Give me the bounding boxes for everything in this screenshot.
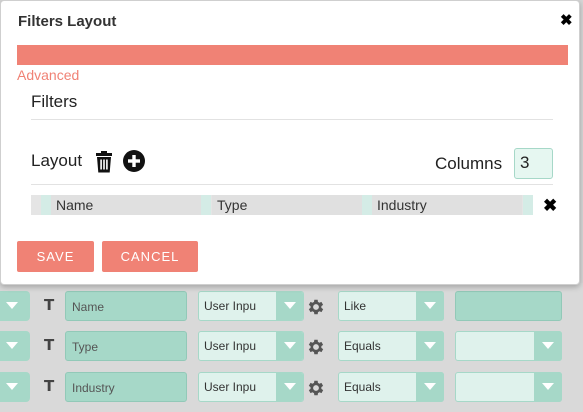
- text-type-icon: T: [44, 377, 55, 395]
- field-name-input[interactable]: Name: [65, 291, 187, 321]
- chevron-down-icon: [6, 383, 18, 390]
- chevron-down-icon: [542, 383, 554, 390]
- advanced-link[interactable]: Advanced: [17, 67, 79, 83]
- filter-rows-area: T Name User Inpu Like T Type User Inpu E…: [0, 283, 583, 412]
- column-separator: [523, 195, 533, 215]
- operator-select[interactable]: Equals: [338, 372, 444, 402]
- columns-label: Columns: [435, 154, 503, 173]
- chevron-down-icon: [6, 342, 18, 349]
- layout-column-cell[interactable]: Name: [51, 195, 201, 215]
- row-toggle-button[interactable]: [0, 291, 30, 321]
- filters-heading: Filters: [31, 92, 78, 111]
- value-select[interactable]: [455, 331, 562, 361]
- chevron-down-icon: [284, 302, 296, 309]
- divider: [31, 184, 553, 185]
- text-type-icon: T: [44, 336, 55, 354]
- column-separator: [201, 195, 211, 215]
- gear-icon[interactable]: [306, 297, 326, 317]
- operator-select[interactable]: Equals: [338, 331, 444, 361]
- filter-row: T Type User Inpu Equals: [0, 323, 583, 363]
- chevron-down-icon: [424, 342, 436, 349]
- operator-select[interactable]: Like: [338, 291, 444, 321]
- column-separator: [362, 195, 372, 215]
- plus-circle-icon[interactable]: [123, 150, 145, 172]
- text-type-icon: T: [44, 296, 55, 314]
- dialog-title: Filters Layout: [18, 13, 117, 30]
- value-select[interactable]: [455, 372, 562, 402]
- layout-column-cell[interactable]: Type: [212, 195, 362, 215]
- gear-icon[interactable]: [306, 378, 326, 398]
- cancel-button[interactable]: CANCEL: [102, 241, 198, 272]
- divider: [31, 119, 553, 120]
- chevron-down-icon: [424, 302, 436, 309]
- trash-icon[interactable]: [94, 151, 114, 173]
- row-toggle-button[interactable]: [0, 372, 30, 402]
- chevron-down-icon: [284, 342, 296, 349]
- save-button[interactable]: SAVE: [17, 241, 94, 272]
- columns-input[interactable]: 3: [514, 148, 553, 179]
- gear-icon[interactable]: [306, 337, 326, 357]
- chevron-down-icon: [542, 342, 554, 349]
- value-input[interactable]: [455, 291, 562, 321]
- field-name-input[interactable]: Industry: [65, 372, 187, 402]
- accent-bar: [17, 45, 568, 65]
- chevron-down-icon: [6, 302, 18, 309]
- filter-row: T Industry User Inpu Equals: [0, 364, 583, 404]
- chevron-down-icon: [284, 383, 296, 390]
- input-type-select[interactable]: User Inpu: [198, 331, 304, 361]
- input-type-select[interactable]: User Inpu: [198, 291, 304, 321]
- chevron-down-icon: [424, 383, 436, 390]
- filters-layout-dialog: Filters Layout ✖ Advanced Filters Layout…: [0, 0, 580, 285]
- input-type-select[interactable]: User Inpu: [198, 372, 304, 402]
- row-toggle-button[interactable]: [0, 331, 30, 361]
- remove-row-icon[interactable]: ✖: [543, 196, 557, 216]
- layout-label: Layout: [31, 151, 83, 170]
- field-name-input[interactable]: Type: [65, 331, 187, 361]
- column-separator: [41, 195, 51, 215]
- close-icon[interactable]: ✖: [560, 11, 573, 29]
- filter-row: T Name User Inpu Like: [0, 283, 583, 323]
- layout-column-cell[interactable]: Industry: [372, 195, 522, 215]
